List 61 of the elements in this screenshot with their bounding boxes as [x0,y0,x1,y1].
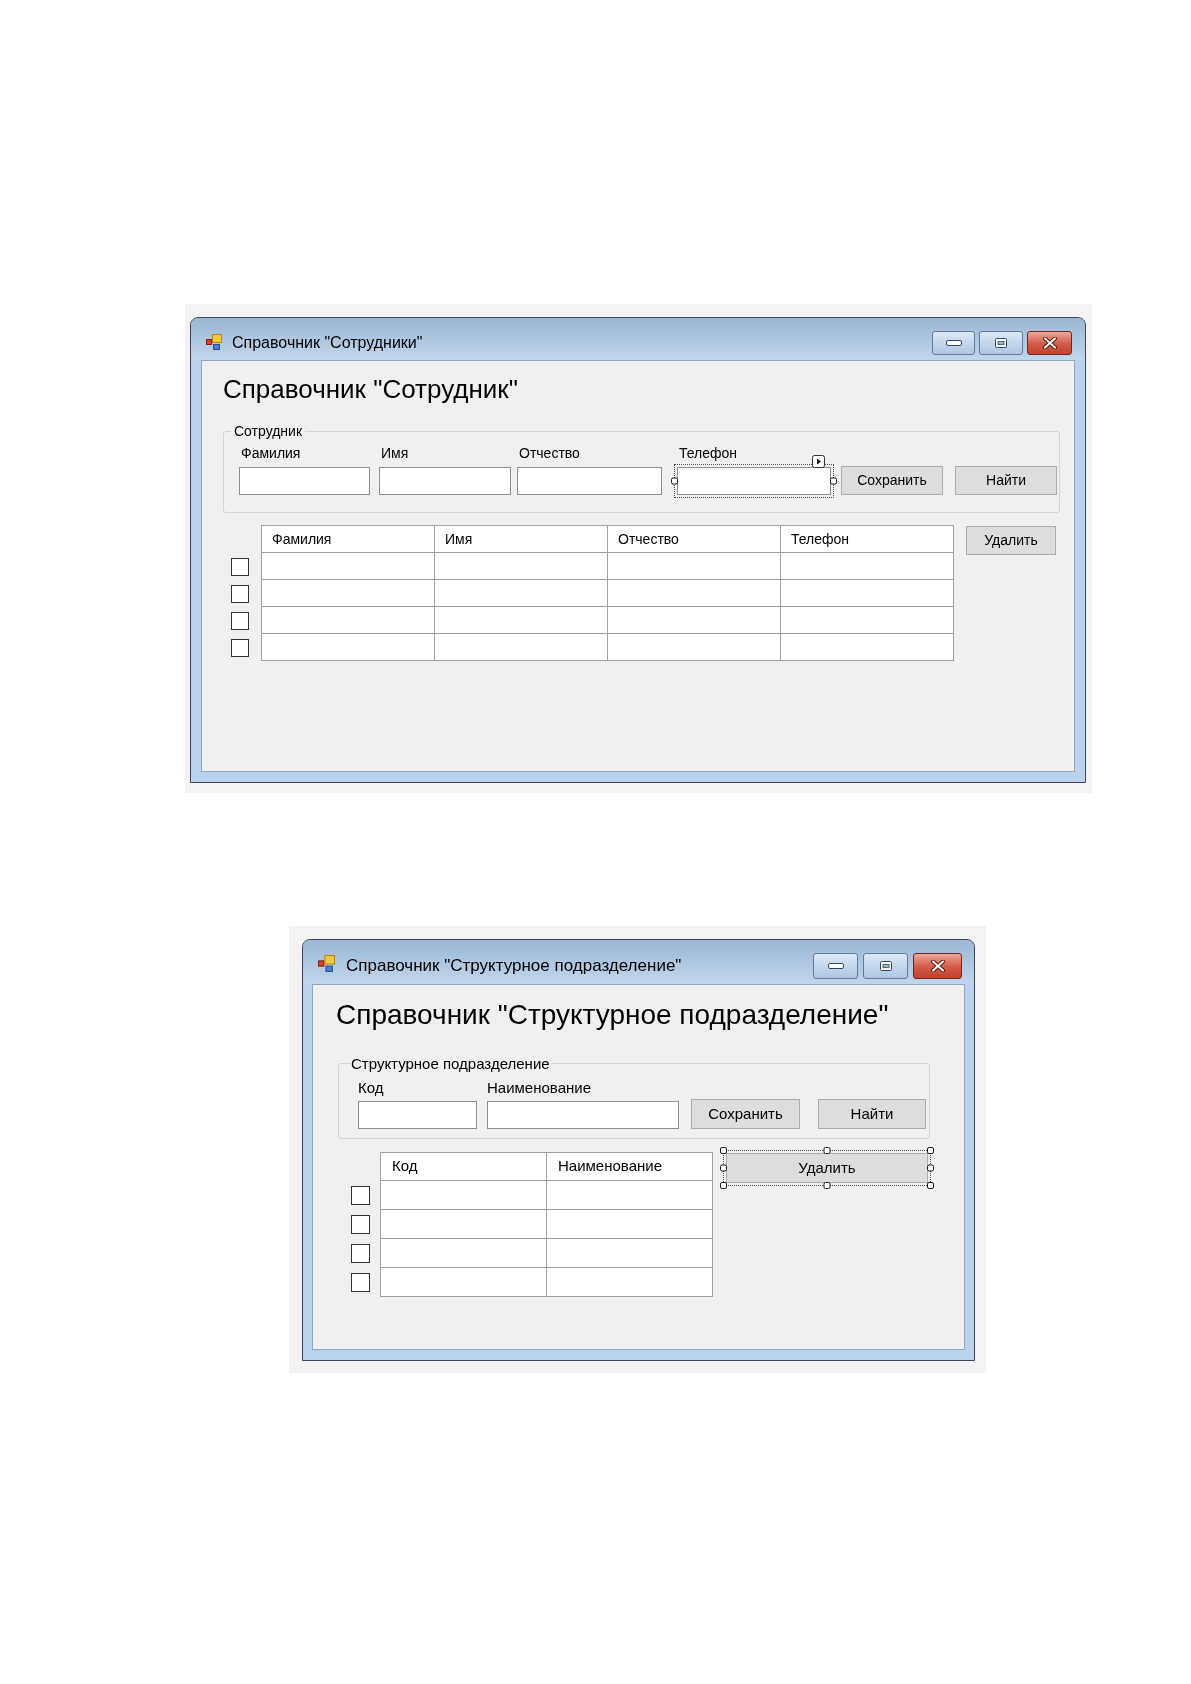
close-button[interactable] [1027,331,1072,355]
text-input[interactable] [379,467,511,495]
minimize-icon [827,963,844,969]
row-checkbox[interactable] [231,611,249,630]
resize-handle-icon[interactable] [823,1182,831,1189]
resize-handle-icon[interactable] [830,477,837,485]
row-checkbox[interactable] [231,638,249,657]
field-label: Телефон [678,444,738,462]
close-icon [930,960,945,972]
find-button[interactable]: Найти [818,1099,926,1129]
resize-handle-icon[interactable] [927,1182,934,1189]
resize-handle-icon[interactable] [927,1164,934,1172]
maximize-icon [879,961,892,971]
text-input[interactable] [239,467,370,495]
window-title: Справочник "Сотрудники" [232,333,423,353]
maximize-icon [995,338,1007,348]
row-checkbox[interactable] [351,1244,370,1263]
save-button[interactable]: Сохранить [841,466,943,495]
row-checkbox[interactable] [231,584,249,603]
resize-handle-icon[interactable] [927,1147,934,1154]
text-input[interactable] [358,1101,477,1129]
maximize-button[interactable] [979,331,1023,355]
row-checkbox[interactable] [351,1273,370,1292]
form-heading: Справочник "Структурное подразделение" [336,999,889,1031]
row-checkbox[interactable] [351,1186,370,1205]
field-label: Фамилия [240,444,301,462]
field-label: Отчество [518,444,580,462]
minimize-icon [945,340,962,346]
find-button[interactable]: Найти [955,466,1057,495]
group-title: Сотрудник [233,422,303,440]
column-header: Код [381,1153,547,1181]
text-input[interactable] [487,1101,679,1129]
close-button[interactable] [913,953,962,979]
save-button[interactable]: Сохранить [691,1099,800,1129]
squares-icon [318,955,335,972]
column-header: Имя [435,526,608,553]
field-label: Наименование [487,1079,591,1097]
text-input[interactable] [517,467,662,495]
row-checkbox[interactable] [231,557,249,576]
squares-icon [206,334,222,350]
resize-handle-icon[interactable] [823,1147,831,1154]
minimize-button[interactable] [932,331,975,355]
row-checkbox[interactable] [351,1215,370,1234]
column-header: Телефон [781,526,954,553]
resize-handle-icon[interactable] [720,1164,727,1172]
resize-handle-icon[interactable] [720,1147,727,1154]
column-header: Отчество [608,526,781,553]
delete-button[interactable]: Удалить [726,1153,928,1183]
form-heading: Справочник "Сотрудник" [223,374,518,404]
column-header: Наименование [547,1153,713,1181]
group-title: Структурное подразделение [350,1054,551,1073]
delete-button[interactable]: Удалить [966,526,1056,555]
field-label: Код [358,1079,384,1097]
minimize-button[interactable] [813,953,858,979]
field-label: Имя [380,444,409,462]
column-header: Фамилия [262,526,435,553]
maximize-button[interactable] [863,953,908,979]
window-title: Справочник "Структурное подразделение" [346,956,682,976]
resize-handle-icon[interactable] [671,477,678,485]
resize-handle-icon[interactable] [720,1182,727,1189]
close-icon [1042,337,1057,349]
